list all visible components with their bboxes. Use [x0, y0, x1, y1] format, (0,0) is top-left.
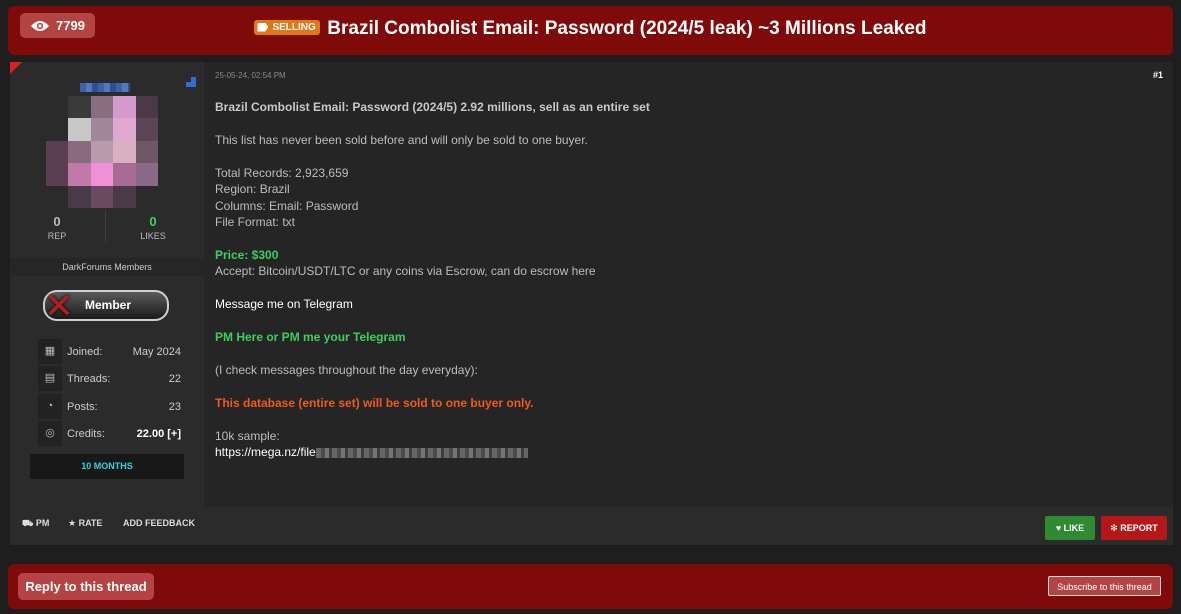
author-sidebar: 0 REP 0 LIKES DarkForums Members ✕ Membe…	[10, 62, 204, 507]
likes-stat[interactable]: 0 LIKES	[123, 214, 183, 241]
joined-label: Joined:	[67, 346, 103, 358]
joined-value: May 2024	[132, 346, 181, 358]
total-records: Total Records: 2,923,659	[215, 165, 349, 180]
reply-button[interactable]: Reply to this thread	[18, 573, 154, 600]
post-footer: ⛟ PM ★ RATE ADD FEEDBACK ♥ LIKE ✻ REPORT	[10, 509, 1173, 545]
avatar[interactable]	[46, 96, 158, 208]
car-icon: ⛟	[22, 518, 34, 528]
rep-value: 0	[53, 214, 61, 229]
message-telegram: Message me on Telegram	[215, 297, 353, 312]
rep-label: REP	[47, 231, 67, 241]
member-rank-badge: ✕ Member	[43, 286, 169, 326]
pm-here: PM Here or PM me your Telegram	[215, 330, 406, 345]
columns: Columns: Email: Password	[215, 198, 359, 213]
sample-label: 10k sample:	[215, 428, 280, 443]
post: 0 REP 0 LIKES DarkForums Members ✕ Membe…	[10, 62, 1173, 545]
thread-title: Brazil Combolist Email: Password (2024/5…	[327, 18, 927, 39]
warning-line: This database (entire set) will be sold …	[215, 395, 534, 410]
username-redacted[interactable]	[80, 83, 130, 92]
posts-value: 23	[168, 401, 181, 413]
user-group: DarkForums Members	[10, 258, 204, 276]
posts-row[interactable]: ◔ Posts: 23	[38, 394, 184, 419]
sample-link[interactable]: https://mega.nz/file	[215, 444, 1155, 460]
add-feedback-button[interactable]: ADD FEEDBACK	[123, 518, 195, 528]
thread-header: 7799 SELLING Brazil Combolist Email: Pas…	[8, 6, 1173, 55]
member-badge-label: Member	[85, 298, 132, 312]
posts-label: Posts:	[67, 401, 98, 413]
reputation-stat[interactable]: 0 REP	[27, 214, 87, 241]
membership-duration: 10 MONTHS	[30, 454, 184, 479]
post-content: 25-05-24, 02:54 PM #1 Brazil Combolist E…	[204, 62, 1173, 507]
comments-icon: ◔	[38, 394, 62, 419]
post-body: Brazil Combolist Email: Password (2024/5…	[215, 99, 1155, 461]
accept-line: Accept: Bitcoin/USDT/LTC or any coins vi…	[215, 264, 596, 279]
pm-button[interactable]: ⛟ PM	[22, 518, 49, 530]
region: Region: Brazil	[215, 182, 290, 197]
report-label: REPORT	[1120, 523, 1158, 533]
credits-label: Credits:	[67, 428, 105, 440]
subscribe-button[interactable]: Subscribe to this thread	[1048, 576, 1161, 596]
report-button[interactable]: ✻ REPORT	[1101, 516, 1167, 540]
joined-row: ▦ Joined: May 2024	[38, 339, 184, 364]
price: Price: $300	[215, 247, 279, 262]
tag-icon	[257, 22, 269, 32]
credits-row: ◎ Credits: 22.00 [+]	[38, 421, 184, 446]
bottom-bar: Reply to this thread Subscribe to this t…	[8, 564, 1173, 609]
threads-row[interactable]: ▤ Threads: 22	[38, 366, 184, 391]
rank-x-icon: ✕	[43, 285, 75, 326]
rate-button[interactable]: ★ RATE	[68, 518, 102, 529]
coins-icon: ◎	[38, 421, 62, 446]
redacted-link-part	[315, 448, 528, 459]
bug-icon: ✻	[1110, 522, 1121, 533]
book-icon: ▤	[38, 366, 62, 391]
corner-marker	[10, 62, 22, 74]
like-button[interactable]: ♥ LIKE	[1045, 516, 1095, 540]
threads-label: Threads:	[67, 373, 111, 385]
post-heading: Brazil Combolist Email: Password (2024/5…	[215, 100, 650, 114]
online-status-icon	[186, 77, 196, 87]
like-label: LIKE	[1063, 523, 1085, 533]
post-date: 25-05-24, 02:54 PM	[215, 71, 286, 80]
check-messages: (I check messages throughout the day eve…	[215, 363, 478, 378]
never-sold-line: This list has never been sold before and…	[215, 132, 588, 147]
threads-value: 22	[168, 373, 181, 385]
rate-label: RATE	[78, 518, 103, 528]
likes-label: LIKES	[140, 231, 166, 241]
selling-badge[interactable]: SELLING	[254, 19, 320, 35]
likes-value: 0	[149, 214, 157, 229]
file-format: File Format: txt	[215, 215, 296, 230]
stat-divider	[105, 210, 106, 242]
credits-value[interactable]: 22.00 [+]	[137, 428, 181, 440]
star-icon: ★	[68, 518, 77, 528]
thread-title-row: SELLING Brazil Combolist Email: Password…	[8, 18, 1173, 40]
sample-link-prefix: https://mega.nz/file	[215, 445, 316, 460]
calendar-icon: ▦	[38, 339, 62, 364]
post-number[interactable]: #1	[1153, 70, 1163, 80]
badge-label: SELLING	[272, 21, 316, 33]
heart-icon: ♥	[1055, 523, 1064, 533]
pm-label: PM	[35, 518, 50, 528]
